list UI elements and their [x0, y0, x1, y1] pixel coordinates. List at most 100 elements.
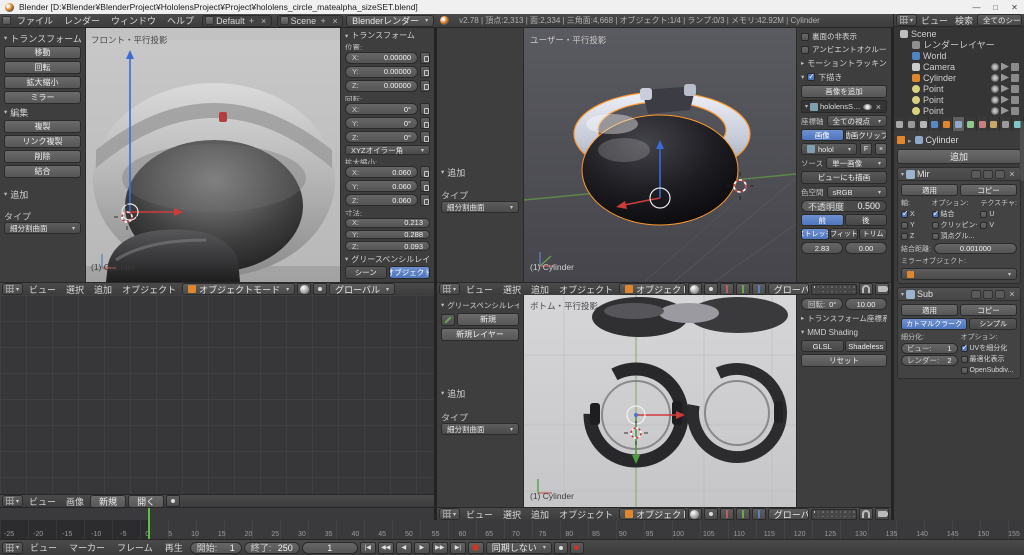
eye-toggle-icon[interactable]: [991, 73, 999, 82]
uv-editor-canvas[interactable]: [0, 295, 434, 494]
menu-window[interactable]: ウィンドウ: [106, 14, 161, 27]
menu-view[interactable]: ビュー: [462, 283, 497, 295]
menu-view[interactable]: ビュー: [918, 14, 951, 27]
info-editor-icon[interactable]: [2, 16, 11, 25]
manipulator-scale-button[interactable]: [751, 508, 766, 520]
duplicate-button[interactable]: 複製: [4, 120, 81, 133]
add-layout-button[interactable]: [247, 16, 257, 26]
location-y-field[interactable]: Y: 0.00000: [345, 65, 418, 78]
current-frame-field[interactable]: 1: [301, 541, 358, 554]
bg-enabled-checkbox[interactable]: [807, 73, 816, 82]
scale-y-field[interactable]: Y: 0.060: [345, 180, 418, 193]
scale-x-field[interactable]: X: 0.060: [345, 166, 418, 179]
menu-view[interactable]: ビュー: [462, 508, 497, 520]
bg-image-toggle[interactable]: 画像: [801, 129, 844, 141]
rnd-toggle-icon[interactable]: [1011, 106, 1019, 115]
tab-world[interactable]: [929, 117, 942, 131]
add-scene-button[interactable]: [318, 16, 328, 26]
tab-object[interactable]: [941, 117, 954, 131]
sel-toggle-icon[interactable]: [1001, 106, 1009, 115]
render-toggle-icon[interactable]: [971, 289, 981, 299]
editmode-toggle-icon[interactable]: [995, 169, 1005, 179]
unlink-image-button[interactable]: [875, 143, 887, 155]
gp-source-scene-button[interactable]: シーン: [345, 265, 387, 279]
lock-icon[interactable]: [420, 166, 430, 179]
tab-material[interactable]: [976, 117, 989, 131]
manipulator-translate-button[interactable]: [719, 283, 734, 295]
editor-type-button[interactable]: [439, 508, 461, 520]
lock-icon[interactable]: [420, 79, 430, 92]
outliner-item-Point[interactable]: Point: [896, 105, 1022, 116]
linked-duplicate-button[interactable]: リンク複製: [4, 135, 81, 148]
menu-view[interactable]: ビュー: [25, 283, 60, 295]
modifier-type-select[interactable]: 細分割曲面: [4, 222, 81, 234]
tab-object-data[interactable]: [964, 117, 977, 131]
keying-set-button[interactable]: [553, 541, 568, 554]
lock-icon[interactable]: [420, 51, 430, 64]
glsl-button[interactable]: GLSL: [801, 340, 844, 352]
eye-toggle-icon[interactable]: [991, 95, 999, 104]
editor-type-button[interactable]: [896, 14, 918, 26]
eye-toggle-icon[interactable]: [983, 169, 993, 179]
fake-user-button[interactable]: F: [860, 143, 872, 155]
axis-z-checkbox[interactable]: Z: [901, 231, 929, 241]
menu-select[interactable]: 選択: [62, 283, 88, 295]
bg-size-field[interactable]: 2.83: [801, 242, 843, 254]
sel-toggle-icon[interactable]: [1001, 62, 1009, 71]
bg-offset-field[interactable]: 0.00: [845, 242, 887, 254]
open-image-button[interactable]: 開く: [128, 495, 165, 507]
pin-button[interactable]: [166, 495, 181, 507]
panel-transform-orientations[interactable]: トランスフォーム座標系: [801, 312, 887, 324]
viewport-shading-button[interactable]: [687, 508, 702, 520]
menu-select[interactable]: 選択: [499, 283, 525, 295]
image-source-select[interactable]: 単一画像: [826, 157, 887, 169]
manipulator-scale-button[interactable]: [751, 283, 766, 295]
eye-toggle-icon[interactable]: [991, 106, 999, 115]
transform-orientation-select[interactable]: グローバル: [767, 283, 809, 295]
panel-add[interactable]: 追加: [441, 387, 519, 399]
render-opengl-button[interactable]: [875, 283, 889, 295]
opacity-slider[interactable]: 不透明度 0.500: [801, 200, 887, 212]
remove-layout-button[interactable]: [259, 16, 269, 26]
menu-object[interactable]: オブジェクト: [118, 283, 180, 295]
location-z-field[interactable]: Z: 0.00000: [345, 79, 418, 92]
pencil-icon[interactable]: [441, 313, 455, 326]
rnd-toggle-icon[interactable]: [1011, 73, 1019, 82]
layers-widget[interactable]: [811, 508, 857, 520]
merge-limit-field[interactable]: 0.001000: [933, 243, 1017, 254]
panel-edit[interactable]: 編集: [4, 106, 81, 118]
backface-culling-checkbox[interactable]: 裏面の非表示: [801, 31, 887, 42]
autokey-button[interactable]: [569, 541, 584, 554]
bg-rotation-field[interactable]: 回転: 0°: [801, 298, 843, 310]
delete-modifier-button[interactable]: [1007, 289, 1017, 299]
mirror-object-select[interactable]: [901, 268, 1017, 280]
modifier-type-select[interactable]: 細分割曲面: [441, 201, 519, 213]
bg-front-toggle[interactable]: 前: [801, 214, 844, 226]
next-keyframe-button[interactable]: ▶▶: [431, 541, 448, 554]
eye-toggle-icon[interactable]: [991, 84, 999, 93]
dimension-y-field[interactable]: Y: 0.288: [345, 229, 430, 240]
menu-add[interactable]: 追加: [527, 508, 553, 520]
tab-texture[interactable]: [988, 117, 1001, 131]
mmd-reset-button[interactable]: リセット: [801, 354, 887, 367]
texture-u-checkbox[interactable]: U: [980, 209, 1017, 219]
jump-to-start-button[interactable]: |◀: [359, 541, 376, 554]
bg-crop-toggle[interactable]: トリム: [859, 228, 887, 240]
transform-orientation-select[interactable]: グローバル: [767, 508, 809, 520]
lock-icon[interactable]: [420, 194, 430, 207]
manipulator-translate-button[interactable]: [719, 508, 734, 520]
join-button[interactable]: 結合: [4, 165, 81, 178]
frame-start-field[interactable]: 開始: 1: [189, 541, 242, 554]
bg-size-field[interactable]: 10.00: [845, 298, 887, 310]
background-image-item[interactable]: hololensSA...: [801, 100, 887, 113]
editmode-toggle-icon[interactable]: [995, 289, 1005, 299]
axis-y-checkbox[interactable]: Y: [901, 220, 929, 230]
snap-button[interactable]: [859, 283, 873, 295]
mode-select[interactable]: オブジェクトモード: [619, 283, 686, 295]
mode-select[interactable]: オブジェクトモード: [619, 508, 686, 520]
add-image-button[interactable]: 画像を追加: [801, 85, 887, 98]
scale-button[interactable]: 拡大縮小: [4, 76, 81, 89]
frame-end-field[interactable]: 終了: 250: [243, 541, 300, 554]
add-modifier-button[interactable]: 追加: [897, 149, 1021, 164]
editor-type-button[interactable]: [439, 283, 461, 295]
